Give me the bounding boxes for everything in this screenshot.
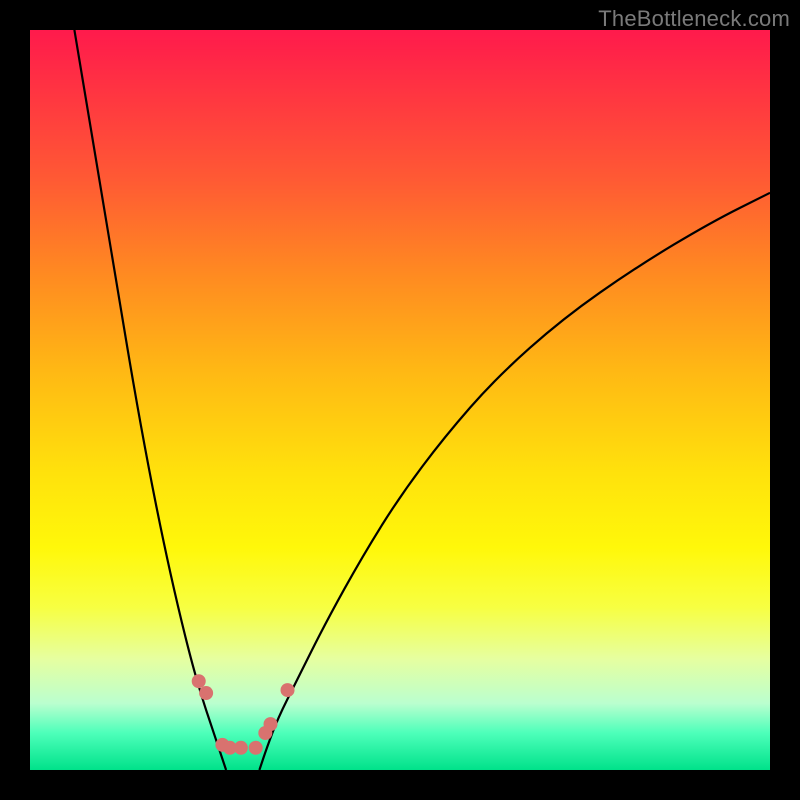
curve-right-curve [259,193,770,770]
curve-left-curve [74,30,226,770]
chart-frame: TheBottleneck.com [0,0,800,800]
data-marker [234,741,248,755]
data-marker [281,683,295,697]
data-marker [249,741,263,755]
plot-area [30,30,770,770]
data-marker [264,717,278,731]
watermark-text: TheBottleneck.com [598,6,790,32]
curve-group [74,30,770,770]
data-marker [192,674,206,688]
data-marker [199,686,213,700]
chart-svg [30,30,770,770]
